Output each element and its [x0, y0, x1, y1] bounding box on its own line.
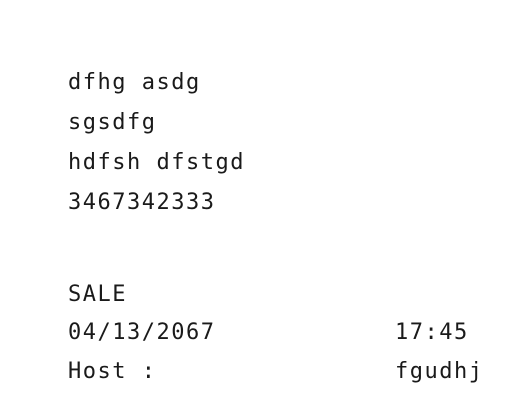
- transaction-date: 04/13/2067: [68, 320, 216, 345]
- merchant-phone-line: 3467342333: [68, 190, 216, 215]
- merchant-city-line: hdfsh dfstgd: [68, 150, 245, 175]
- host-value: fgudhj: [395, 359, 484, 384]
- transaction-type: SALE: [68, 282, 127, 307]
- merchant-address-line: sgsdfg: [68, 110, 157, 135]
- merchant-name-line: dfhg asdg: [68, 70, 201, 95]
- host-label: Host :: [68, 359, 157, 384]
- transaction-time: 17:45: [395, 320, 469, 345]
- receipt: dfhg asdg sgsdfg hdfsh dfstgd 3467342333…: [0, 0, 512, 400]
